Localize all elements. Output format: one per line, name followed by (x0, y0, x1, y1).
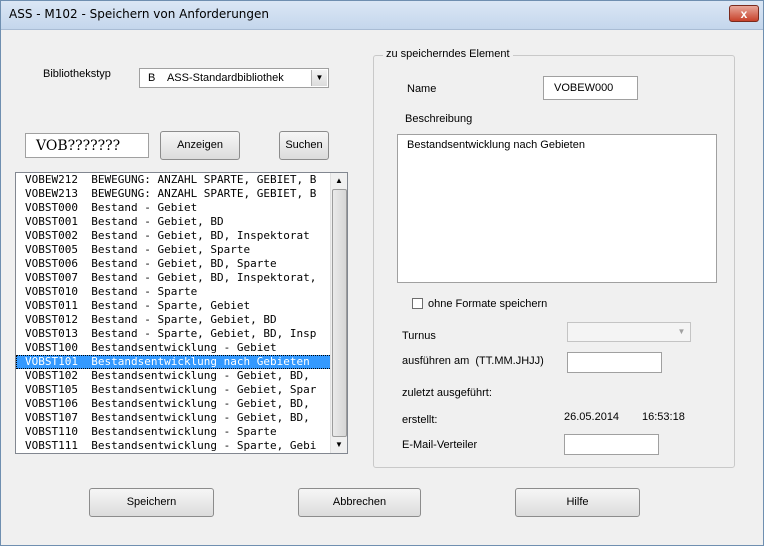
name-label: Name (407, 83, 437, 95)
list-item[interactable]: VOBST101 Bestandsentwicklung nach Gebiet… (16, 355, 332, 369)
library-type-value: B ASS-Standardbibliothek (148, 72, 284, 84)
filter-input[interactable]: VOB??????? (25, 133, 149, 158)
cancel-button[interactable]: Abbrechen (298, 488, 421, 517)
scroll-up-icon[interactable]: ▲ (332, 174, 346, 188)
interval-label: Turnus (402, 330, 436, 342)
name-input-value: VOBEW000 (554, 82, 614, 94)
dialog-window: ASS - M102 - Speichern von Anforderungen… (0, 0, 764, 546)
list-item[interactable]: VOBST007 Bestand - Gebiet, BD, Inspektor… (16, 271, 332, 285)
window-title: ASS - M102 - Speichern von Anforderungen (9, 7, 270, 21)
list-item[interactable]: VOBST011 Bestand - Sparte, Gebiet (16, 299, 332, 313)
list-item[interactable]: VOBST106 Bestandsentwicklung - Gebiet, B… (16, 397, 332, 411)
list-item[interactable]: VOBST010 Bestand - Sparte (16, 285, 332, 299)
list-item[interactable]: VOBST002 Bestand - Gebiet, BD, Inspektor… (16, 229, 332, 243)
list-item[interactable]: VOBST102 Bestandsentwicklung - Gebiet, B… (16, 369, 332, 383)
search-button[interactable]: Suchen (279, 131, 329, 160)
chevron-down-icon[interactable]: ▼ (311, 70, 327, 86)
description-textarea[interactable]: Bestandsentwicklung nach Gebieten (397, 134, 717, 283)
element-group-title: zu speicherndes Element (383, 48, 513, 60)
scroll-thumb[interactable] (332, 189, 347, 437)
list-item[interactable]: VOBST005 Bestand - Gebiet, Sparte (16, 243, 332, 257)
list-item[interactable]: VOBST105 Bestandsentwicklung - Gebiet, S… (16, 383, 332, 397)
no-formats-label: ohne Formate speichern (428, 298, 548, 310)
description-value: Bestandsentwicklung nach Gebieten (407, 139, 585, 151)
scroll-down-icon[interactable]: ▼ (332, 438, 346, 452)
list-scrollbar[interactable]: ▲ ▼ (330, 173, 347, 453)
no-formats-checkbox[interactable] (412, 298, 423, 309)
created-date: 26.05.2014 (564, 411, 620, 423)
close-button[interactable]: x (729, 5, 759, 22)
description-label: Beschreibung (405, 113, 473, 125)
title-bar: ASS - M102 - Speichern von Anforderungen… (1, 1, 763, 30)
list-item[interactable]: VOBST100 Bestandsentwicklung - Gebiet (16, 341, 332, 355)
last-run-label: zuletzt ausgeführt: (402, 387, 492, 399)
email-input[interactable] (564, 434, 659, 455)
list-item[interactable]: VOBST110 Bestandsentwicklung - Sparte (16, 425, 332, 439)
chevron-down-icon[interactable]: ▼ (674, 324, 689, 340)
list-item[interactable]: VOBST001 Bestand - Gebiet, BD (16, 215, 332, 229)
list-item[interactable]: VOBEW213 BEWEGUNG: ANZAHL SPARTE, GEBIET… (16, 187, 332, 201)
show-button[interactable]: Anzeigen (160, 131, 240, 160)
library-type-select[interactable]: B ASS-Standardbibliothek ▼ (139, 68, 329, 88)
element-list-rows: VOBEW212 BEWEGUNG: ANZAHL SPARTE, GEBIET… (16, 173, 332, 453)
list-item[interactable]: VOBST111 Bestandsentwicklung - Sparte, G… (16, 439, 332, 453)
list-item[interactable]: VOBST012 Bestand - Sparte, Gebiet, BD (16, 313, 332, 327)
created-time: 16:53:18 (642, 411, 685, 423)
list-item[interactable]: VOBST107 Bestandsentwicklung - Gebiet, B… (16, 411, 332, 425)
list-item[interactable]: VOBST013 Bestand - Sparte, Gebiet, BD, I… (16, 327, 332, 341)
save-button[interactable]: Speichern (89, 488, 214, 517)
email-label: E-Mail-Verteiler (402, 439, 478, 451)
filter-input-value: VOB??????? (36, 138, 121, 154)
help-button[interactable]: Hilfe (515, 488, 640, 517)
library-type-label: Bibliothekstyp (43, 68, 111, 80)
run-at-input[interactable] (567, 352, 662, 373)
run-at-label: ausführen am (TT.MM.JHJJ) (402, 355, 544, 367)
interval-select[interactable]: ▼ (567, 322, 691, 342)
list-item[interactable]: VOBEW212 BEWEGUNG: ANZAHL SPARTE, GEBIET… (16, 173, 332, 187)
element-list[interactable]: VOBEW212 BEWEGUNG: ANZAHL SPARTE, GEBIET… (15, 172, 348, 454)
created-label: erstellt: (402, 414, 438, 426)
list-item[interactable]: VOBST000 Bestand - Gebiet (16, 201, 332, 215)
list-item[interactable]: VOBST006 Bestand - Gebiet, BD, Sparte (16, 257, 332, 271)
name-input[interactable]: VOBEW000 (543, 76, 638, 100)
